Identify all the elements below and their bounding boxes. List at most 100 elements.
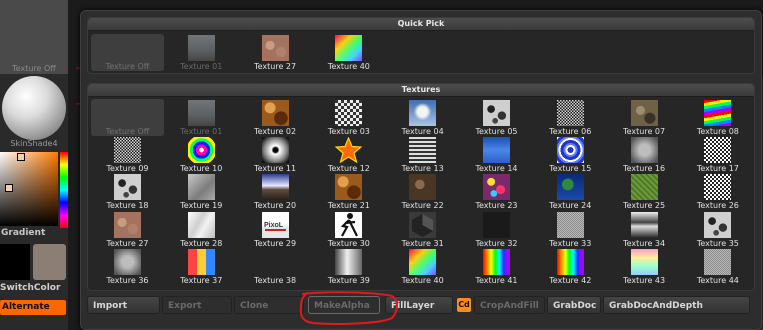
- grayrock-texture-thumbnail: [187, 174, 215, 201]
- texture-tile[interactable]: Texture 41: [460, 248, 533, 285]
- rainbowbars-texture-thumbnail: [556, 248, 584, 275]
- texture-tile[interactable]: Texture 08: [681, 99, 754, 136]
- texture-tile[interactable]: Texture 03: [312, 99, 385, 136]
- texture-tile[interactable]: Texture 27: [239, 34, 312, 71]
- texture-tile[interactable]: Texture 35: [681, 211, 754, 248]
- crop-and-fill-button[interactable]: CropAndFill: [474, 296, 545, 314]
- texture-off-slot[interactable]: [0, 0, 68, 74]
- speckle-texture-thumbnail: [704, 137, 732, 164]
- texture-tile[interactable]: Texture 14: [460, 136, 533, 173]
- texture-label: Texture 12: [327, 164, 370, 174]
- texture-tile[interactable]: Texture 12: [312, 136, 385, 173]
- texture-tile[interactable]: Texture 17: [681, 136, 754, 173]
- texture-tile[interactable]: Texture 13: [386, 136, 459, 173]
- texture-tile[interactable]: Texture 40: [386, 248, 459, 285]
- texture-tile[interactable]: Texture 06: [534, 99, 607, 136]
- texture-tile[interactable]: Texture 33: [534, 211, 607, 248]
- texture-tile[interactable]: Texture 30: [312, 211, 385, 248]
- texture-tile[interactable]: Texture 07: [608, 99, 681, 136]
- texture-tile[interactable]: PixoL Texture 29: [239, 211, 312, 248]
- cloudsky-texture-thumbnail: [409, 100, 437, 126]
- rust-texture-thumbnail: [261, 100, 289, 126]
- mosaic-texture-thumbnail: [187, 248, 215, 275]
- texture-tile[interactable]: Texture 04: [386, 99, 459, 136]
- hexagon-texture-thumbnail: [409, 211, 437, 238]
- texture-tile[interactable]: Texture 01: [165, 99, 238, 136]
- secondary-color-swatch[interactable]: [33, 244, 66, 280]
- grab-doc-button[interactable]: GrabDoc: [547, 296, 601, 314]
- texture-label: Texture Off: [105, 62, 150, 71]
- texture-label: Texture 11: [254, 164, 297, 174]
- texture-label: Texture 35: [696, 238, 739, 248]
- texture-tile[interactable]: Texture 40: [312, 34, 385, 71]
- texture-tile[interactable]: Texture 18: [91, 173, 164, 210]
- texture-tile[interactable]: Texture 21: [312, 173, 385, 210]
- cd-toggle[interactable]: Cd: [457, 298, 471, 312]
- color-picker[interactable]: [0, 152, 68, 228]
- texture-tile[interactable]: Texture 24: [534, 173, 607, 210]
- texture-tile[interactable]: Texture 27: [91, 211, 164, 248]
- spectrum-texture-thumbnail: [335, 35, 363, 61]
- main-color-swatch[interactable]: [0, 244, 30, 280]
- texture-label: Texture 25: [623, 201, 666, 211]
- texture-tile[interactable]: Texture Off: [91, 34, 164, 71]
- texture-tile[interactable]: Texture 42: [534, 248, 607, 285]
- haze-texture-thumbnail: [114, 248, 141, 275]
- quick-pick-title: Quick Pick: [88, 18, 754, 31]
- texture-tile[interactable]: Texture 25: [608, 173, 681, 210]
- texture-tile[interactable]: Texture Off: [91, 99, 164, 136]
- texture-label: Texture 42: [549, 275, 592, 285]
- texture-tile[interactable]: Texture 37: [165, 248, 238, 285]
- texture-tile[interactable]: Texture 16: [608, 136, 681, 173]
- texture-tile[interactable]: Texture 22: [386, 173, 459, 210]
- chrome-texture-thumbnail: [630, 211, 658, 238]
- texture-tile[interactable]: Texture 26: [681, 173, 754, 210]
- texture-label: Texture 15: [549, 164, 592, 174]
- finenoise-texture-thumbnail: [704, 248, 732, 275]
- none-texture-thumbnail: [114, 35, 141, 61]
- cylinder-texture-thumbnail: [335, 248, 363, 275]
- texture-tile[interactable]: Texture 19: [165, 173, 238, 210]
- texture-label: Texture 41: [475, 275, 518, 285]
- checker-texture-thumbnail: [335, 100, 363, 126]
- texture-tile[interactable]: Texture 32: [460, 211, 533, 248]
- texture-tile[interactable]: Texture 20: [239, 173, 312, 210]
- star-texture-thumbnail: [334, 136, 363, 164]
- water-texture-thumbnail: [483, 137, 510, 164]
- texture-tile[interactable]: Texture 43: [608, 248, 681, 285]
- texture-label: Texture 28: [180, 238, 223, 248]
- texture-label: Texture 23: [475, 201, 518, 211]
- texture-label: Texture 01: [180, 62, 223, 71]
- import-button[interactable]: Import: [87, 296, 160, 314]
- texture-tile[interactable]: Texture 11: [239, 136, 312, 173]
- texture-tile[interactable]: Texture 02: [239, 99, 312, 136]
- grab-doc-and-depth-button[interactable]: GrabDocAndDepth: [603, 296, 750, 314]
- texture-tile[interactable]: Texture 39: [312, 248, 385, 285]
- texture-tile[interactable]: Texture 31: [386, 211, 459, 248]
- hue-strip[interactable]: [60, 152, 68, 228]
- color-picker-marker[interactable]: [5, 184, 13, 192]
- texture-tile[interactable]: Texture 15: [534, 136, 607, 173]
- texture-label: Texture 24: [549, 201, 592, 211]
- texture-tile[interactable]: Texture 05: [460, 99, 533, 136]
- texture-tile[interactable]: Texture 09: [91, 136, 164, 173]
- export-button[interactable]: Export: [162, 296, 232, 314]
- texture-label: Texture 07: [623, 127, 666, 136]
- texture-tile[interactable]: Texture 23: [460, 173, 533, 210]
- texture-tile[interactable]: Texture 01: [165, 34, 238, 71]
- texture-label: Texture 38: [254, 275, 297, 285]
- texture-tile[interactable]: Texture 38: [239, 248, 312, 285]
- texture-tile[interactable]: Texture 36: [91, 248, 164, 285]
- texture-label: Texture 22: [401, 201, 444, 211]
- clone-button[interactable]: Clone: [234, 296, 304, 314]
- texture-tile[interactable]: Texture 28: [165, 211, 238, 248]
- color-picker-marker[interactable]: [17, 153, 25, 161]
- texture-tile[interactable]: Texture 10: [165, 136, 238, 173]
- gradient-toggle[interactable]: Gradient: [1, 228, 45, 238]
- dark-texture-thumbnail: [483, 211, 510, 238]
- texture-tile[interactable]: Texture 34: [608, 211, 681, 248]
- swirl-texture-thumbnail: [556, 137, 584, 164]
- alternate-button[interactable]: Alternate: [0, 300, 66, 315]
- switch-color-button[interactable]: SwitchColor: [0, 283, 60, 293]
- texture-tile[interactable]: Texture 44: [681, 248, 754, 285]
